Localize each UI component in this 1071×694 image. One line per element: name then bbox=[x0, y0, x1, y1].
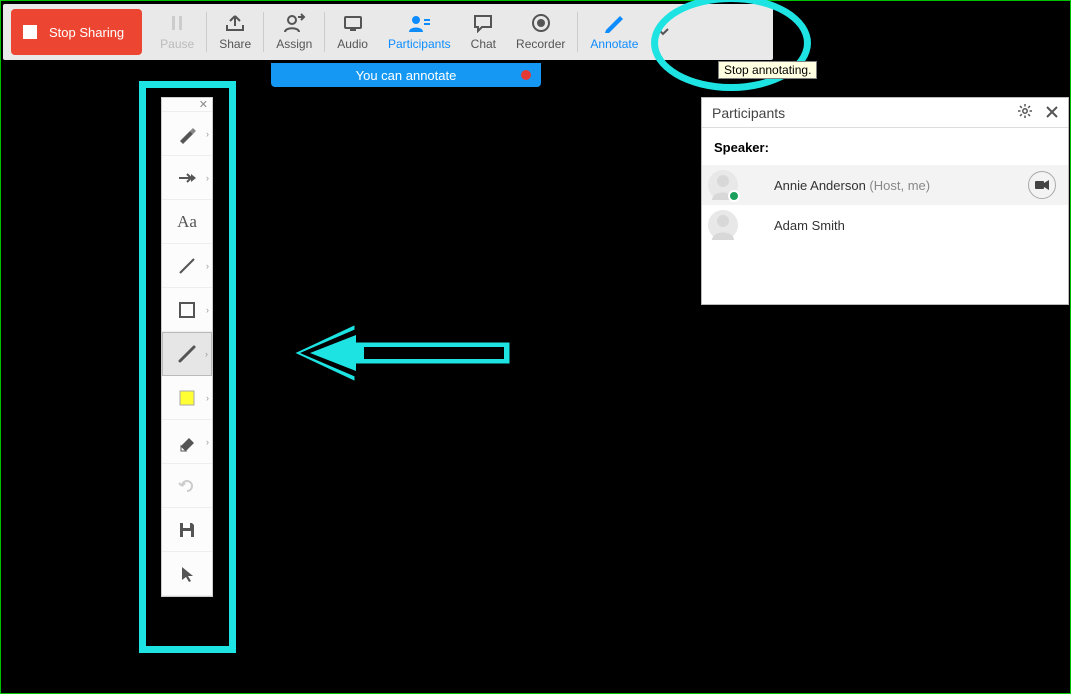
chat-button[interactable]: Chat bbox=[461, 4, 506, 60]
annotate-status-bar: You can annotate bbox=[271, 63, 541, 87]
record-indicator-icon bbox=[521, 70, 531, 80]
settings-button[interactable] bbox=[1018, 104, 1032, 121]
tool-text[interactable]: Aa bbox=[162, 200, 212, 244]
assign-icon bbox=[282, 13, 306, 33]
caret-icon: › bbox=[205, 349, 208, 359]
audio-button[interactable]: Audio bbox=[327, 4, 378, 60]
caret-icon: › bbox=[206, 173, 209, 183]
divider bbox=[206, 12, 207, 52]
divider bbox=[263, 12, 264, 52]
annotate-tooltip: Stop annotating. bbox=[718, 61, 817, 79]
participant-row[interactable]: Annie Anderson (Host, me) bbox=[702, 165, 1068, 205]
tool-eraser[interactable]: › bbox=[162, 420, 212, 464]
presence-indicator-icon bbox=[728, 190, 740, 202]
tool-fill-color[interactable]: › bbox=[162, 376, 212, 420]
arrow-icon bbox=[177, 172, 197, 184]
tool-rectangle[interactable]: › bbox=[162, 288, 212, 332]
participants-panel: Participants Speaker: Annie bbox=[701, 97, 1069, 305]
avatar bbox=[708, 210, 738, 240]
speaker-label: Speaker: bbox=[702, 128, 1068, 165]
camera-icon bbox=[1035, 180, 1049, 190]
avatar bbox=[708, 170, 738, 200]
tool-highlighter[interactable]: › bbox=[162, 112, 212, 156]
pencil-icon bbox=[177, 344, 197, 364]
highlighter-icon bbox=[177, 124, 197, 144]
tool-save[interactable] bbox=[162, 508, 212, 552]
line-icon bbox=[177, 256, 197, 276]
fill-color-icon bbox=[178, 389, 196, 407]
audio-icon bbox=[342, 13, 364, 33]
caret-icon: › bbox=[206, 305, 209, 315]
tool-pencil[interactable]: › bbox=[162, 332, 212, 376]
chevron-down-icon bbox=[657, 28, 669, 36]
stop-sharing-label: Stop Sharing bbox=[49, 25, 124, 40]
participant-row[interactable]: Adam Smith bbox=[702, 205, 1068, 245]
tool-pointer[interactable] bbox=[162, 552, 212, 596]
stop-sharing-button[interactable]: Stop Sharing bbox=[11, 9, 142, 55]
stop-icon bbox=[23, 25, 37, 39]
text-icon: Aa bbox=[177, 212, 197, 232]
participant-name: Adam Smith bbox=[774, 218, 845, 233]
tool-arrow[interactable]: › bbox=[162, 156, 212, 200]
participants-title: Participants bbox=[712, 105, 785, 121]
annotation-toolbox: ✕ › › Aa › › › › bbox=[161, 97, 213, 597]
undo-icon bbox=[177, 476, 197, 496]
eraser-icon bbox=[177, 432, 197, 452]
caret-icon: › bbox=[206, 261, 209, 271]
annotate-button[interactable]: Annotate bbox=[580, 4, 648, 60]
share-icon bbox=[224, 13, 246, 33]
pointer-icon bbox=[179, 565, 195, 583]
annotate-status-text: You can annotate bbox=[356, 68, 457, 83]
assign-button[interactable]: Assign bbox=[266, 4, 322, 60]
participants-header: Participants bbox=[702, 98, 1068, 128]
participants-icon bbox=[407, 13, 431, 33]
participant-name: Annie Anderson (Host, me) bbox=[774, 178, 930, 193]
close-icon bbox=[1046, 106, 1058, 118]
callout-arrow-icon bbox=[286, 321, 516, 385]
toolbar-dropdown[interactable] bbox=[648, 4, 678, 60]
person-icon bbox=[708, 210, 738, 240]
tool-line[interactable]: › bbox=[162, 244, 212, 288]
tool-undo bbox=[162, 464, 212, 508]
caret-icon: › bbox=[206, 129, 209, 139]
recorder-icon bbox=[531, 13, 551, 33]
rectangle-icon bbox=[178, 301, 196, 319]
gear-icon bbox=[1018, 104, 1032, 118]
camera-button[interactable] bbox=[1028, 171, 1056, 199]
close-participants-button[interactable] bbox=[1046, 105, 1058, 121]
save-icon bbox=[178, 521, 196, 539]
divider bbox=[577, 12, 578, 52]
caret-icon: › bbox=[206, 437, 209, 447]
divider bbox=[324, 12, 325, 52]
recorder-button[interactable]: Recorder bbox=[506, 4, 575, 60]
toolbox-close-button[interactable]: ✕ bbox=[162, 98, 212, 112]
chat-icon bbox=[472, 13, 494, 33]
pause-icon bbox=[167, 13, 187, 33]
sharing-toolbar: Stop Sharing Pause Share Assign Audio bbox=[3, 4, 773, 60]
annotate-icon bbox=[603, 13, 625, 33]
share-button[interactable]: Share bbox=[209, 4, 261, 60]
caret-icon: › bbox=[206, 393, 209, 403]
participants-button[interactable]: Participants bbox=[378, 4, 461, 60]
pause-button: Pause bbox=[150, 4, 204, 60]
